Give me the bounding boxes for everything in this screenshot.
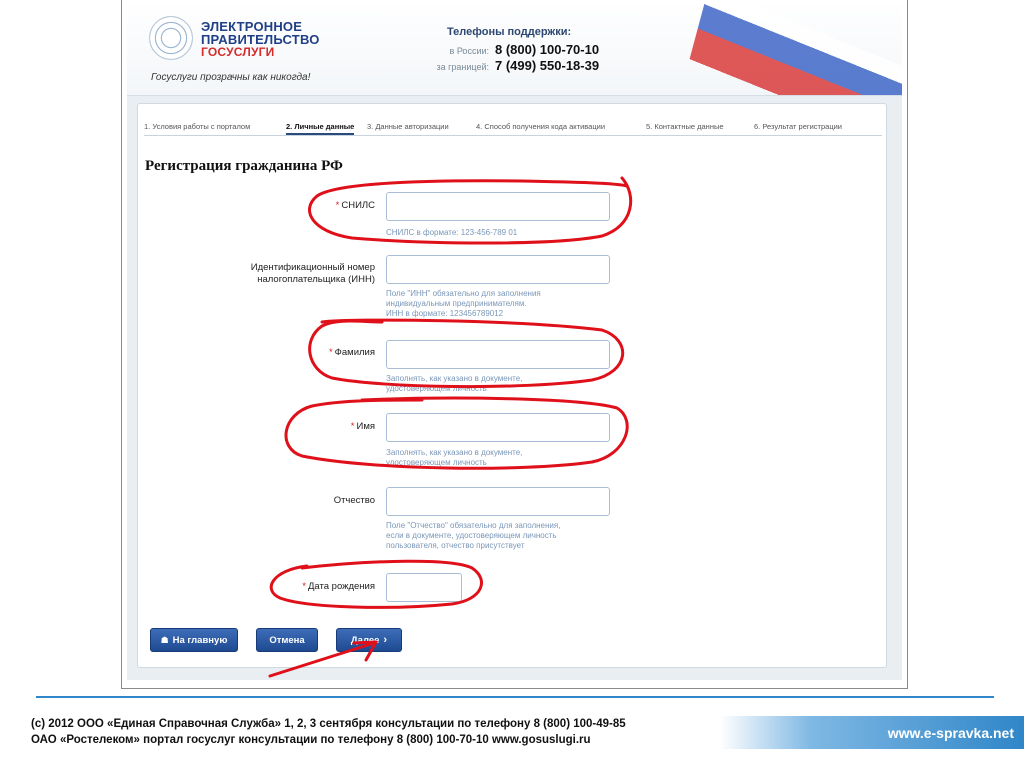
form-title: Регистрация гражданина РФ (145, 158, 343, 174)
inn-label: Идентификационный номер налогоплательщик… (250, 262, 375, 285)
home-button[interactable]: ☗ На главную (150, 628, 238, 652)
required-mark: * (350, 421, 355, 432)
cancel-button[interactable]: Отмена (256, 628, 318, 652)
cancel-button-label: Отмена (269, 634, 305, 646)
chevron-right-icon: › (383, 633, 388, 646)
footer-divider (36, 696, 994, 698)
name-hint: Заполнять, как указано в документе, удос… (386, 448, 523, 467)
snils-input[interactable] (386, 192, 610, 221)
name-input[interactable] (386, 413, 610, 442)
portal-page: ЭЛЕКТРОННОЕ ПРАВИТЕЛЬСТВО ГОСУСЛУГИ Госу… (127, 0, 902, 680)
support-title: Телефоны поддержки: (447, 26, 572, 38)
abroad-label: за границей: (436, 62, 489, 72)
step-6: 6. Результат регистрации (754, 122, 843, 131)
step-5: 5. Контактные данные (646, 122, 724, 131)
surname-hint: Заполнять, как указано в документе, удос… (386, 374, 523, 393)
surname-label: * Фамилия (328, 347, 375, 358)
footer-line-1: (с) 2012 ООО «Единая Справочная Служба» … (31, 718, 626, 730)
footer-copyright: (с) 2012 ООО «Единая Справочная Служба» … (31, 716, 626, 748)
birthdate-input[interactable] (386, 573, 462, 602)
required-mark: * (302, 581, 306, 592)
patronymic-label: Отчество (333, 495, 375, 506)
browser-screenshot-frame: ЭЛЕКТРОННОЕ ПРАВИТЕЛЬСТВО ГОСУСЛУГИ Госу… (121, 0, 908, 689)
step-3: 3. Данные авторизации (367, 122, 449, 131)
next-button[interactable]: Далее › (336, 628, 402, 652)
surname-input[interactable] (386, 340, 610, 369)
registration-steps: 1. Условия работы с порталом 2. Личные д… (144, 118, 882, 136)
birthdate-label: * Дата рождения (302, 581, 375, 592)
patronymic-input[interactable] (386, 487, 610, 516)
phone-row-abroad: за границей: 7 (499) 550-18-39 (423, 57, 663, 75)
home-icon: ☗ (160, 634, 169, 645)
flag-decoration (675, 0, 902, 95)
inn-input[interactable] (386, 255, 610, 284)
logo-line-3: ГОСУСЛУГИ (201, 45, 275, 59)
patronymic-hint: Поле "Отчество" обязательно для заполнен… (386, 521, 561, 550)
footer-line-2: ОАО «Ростелеком» портал госуслуг консуль… (31, 734, 591, 746)
next-button-label: Далее (350, 634, 380, 646)
step-4: 4. Способ получения кода активации (476, 122, 606, 131)
logo-text[interactable]: ЭЛЕКТРОННОЕ ПРАВИТЕЛЬСТВО ГОСУСЛУГИ (201, 20, 320, 59)
home-button-label: На главную (172, 634, 228, 646)
abroad-phone: 7 (499) 550-18-39 (495, 58, 600, 73)
inn-hint: Поле "ИНН" обязательно для заполнения ин… (386, 289, 541, 318)
step-2-active: 2. Личные данные (286, 122, 355, 135)
portal-header: ЭЛЕКТРОННОЕ ПРАВИТЕЛЬСТВО ГОСУСЛУГИ Госу… (127, 0, 902, 96)
snils-hint: СНИЛС в формате: 123-456-789 01 (386, 228, 518, 237)
russia-phone: 8 (800) 100-70-10 (495, 42, 600, 57)
required-mark: * (328, 347, 333, 358)
russia-label: в России: (449, 46, 489, 56)
snils-label: * СНИЛС (335, 200, 375, 211)
slogan: Госуслуги прозрачны как никогда! (151, 72, 311, 83)
name-label: * Имя (350, 421, 375, 432)
required-mark: * (335, 200, 340, 211)
site-badge[interactable]: www.e-spravka.net (720, 716, 1024, 749)
logo-emblem-icon[interactable] (149, 16, 193, 60)
registration-panel: 1. Условия работы с порталом 2. Личные д… (137, 103, 887, 668)
step-1: 1. Условия работы с порталом (144, 122, 251, 131)
site-badge-label: www.e-spravka.net (887, 724, 1014, 741)
